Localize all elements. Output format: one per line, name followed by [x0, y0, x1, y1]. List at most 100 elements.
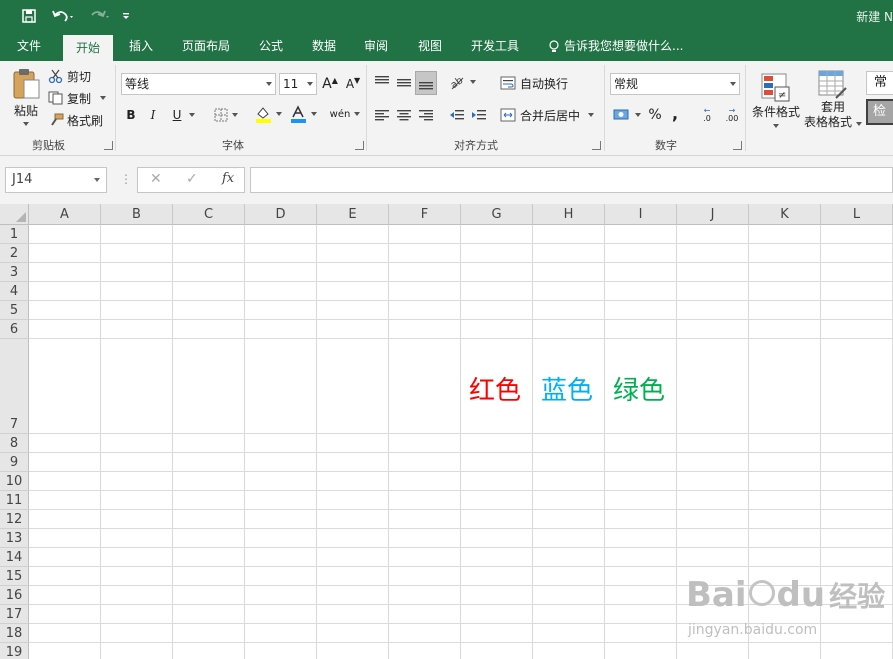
column-header-e[interactable]: E: [317, 204, 389, 225]
copy-label: 复制: [67, 91, 92, 106]
borders-button[interactable]: [210, 105, 242, 125]
redo-icon[interactable]: [84, 4, 114, 28]
column-header-j[interactable]: J: [677, 204, 749, 225]
select-all-corner[interactable]: [0, 204, 29, 225]
alignment-launcher-icon[interactable]: [592, 141, 601, 150]
column-header-k[interactable]: K: [749, 204, 821, 225]
copy-button[interactable]: 复制: [48, 89, 107, 107]
format-as-table-label-1: 套用: [820, 100, 845, 114]
row-header-7[interactable]: 7: [0, 339, 29, 434]
increase-indent-button[interactable]: [469, 105, 489, 125]
row-header-1[interactable]: 1: [0, 225, 29, 244]
svg-text:ab: ab: [449, 75, 466, 90]
decrease-indent-button[interactable]: [447, 105, 467, 125]
customize-qat-icon[interactable]: [118, 4, 134, 28]
tell-me-search[interactable]: 告诉我您想要做什么...: [548, 32, 683, 61]
font-color-button[interactable]: [287, 103, 319, 125]
decrease-decimal-button[interactable]: → .00: [721, 105, 743, 125]
column-header-i[interactable]: I: [605, 204, 677, 225]
orientation-button[interactable]: ab: [446, 71, 478, 93]
row-header-9[interactable]: 9: [0, 453, 29, 472]
align-middle-button[interactable]: [394, 71, 414, 93]
format-painter-button[interactable]: 格式刷: [48, 111, 103, 129]
row-header-15[interactable]: 15: [0, 567, 29, 586]
tab-file[interactable]: 文件: [0, 32, 58, 61]
name-box[interactable]: J14: [5, 167, 107, 193]
column-header-g[interactable]: G: [461, 204, 533, 225]
grow-font-button[interactable]: A ▲: [321, 75, 339, 93]
align-left-button[interactable]: [372, 105, 392, 125]
tab-page-layout[interactable]: 页面布局: [172, 32, 240, 61]
shrink-font-button[interactable]: A ▼: [344, 75, 362, 93]
cell-style-normal[interactable]: 常规: [866, 71, 893, 95]
format-as-table-button[interactable]: 套用 表格格式: [804, 67, 863, 133]
column-header-f[interactable]: F: [389, 204, 461, 225]
increase-decimal-button[interactable]: ← .0: [697, 105, 717, 125]
align-top-button[interactable]: [372, 71, 392, 93]
row-header-2[interactable]: 2: [0, 244, 29, 263]
phonetic-guide-button[interactable]: wén: [330, 103, 361, 125]
row-header-19[interactable]: 19: [0, 643, 29, 659]
underline-button[interactable]: U: [167, 105, 187, 125]
font-launcher-icon[interactable]: [355, 141, 364, 150]
undo-icon[interactable]: [48, 4, 78, 28]
conditional-formatting-button[interactable]: ≠ 条件格式: [750, 67, 802, 133]
number-format-combo[interactable]: 常规: [610, 73, 740, 95]
paste-dropdown-icon: [23, 122, 29, 126]
cell-i7[interactable]: 绿色: [613, 370, 665, 407]
cut-button[interactable]: 剪切: [48, 67, 91, 85]
cell-style-check[interactable]: 检查: [866, 99, 893, 125]
underline-dropdown[interactable]: [187, 105, 197, 125]
row-header-5[interactable]: 5: [0, 301, 29, 320]
row-header-16[interactable]: 16: [0, 586, 29, 605]
row-header-17[interactable]: 17: [0, 605, 29, 624]
accounting-format-button[interactable]: [612, 105, 642, 125]
comma-style-button[interactable]: ,: [668, 103, 682, 123]
column-header-a[interactable]: A: [29, 204, 101, 225]
number-launcher-icon[interactable]: [733, 141, 742, 150]
row-header-14[interactable]: 14: [0, 548, 29, 567]
column-header-l[interactable]: L: [821, 204, 893, 225]
row-header-12[interactable]: 12: [0, 510, 29, 529]
row-header-6[interactable]: 6: [0, 320, 29, 339]
font-name-combo[interactable]: 等线: [121, 73, 276, 95]
row-header-18[interactable]: 18: [0, 624, 29, 643]
row-header-10[interactable]: 10: [0, 472, 29, 491]
clipboard-launcher-icon[interactable]: [104, 141, 113, 150]
gridline-horizontal: [29, 319, 893, 320]
column-header-b[interactable]: B: [101, 204, 173, 225]
cancel-icon[interactable]: ✕: [150, 171, 162, 187]
align-right-button[interactable]: [416, 105, 436, 125]
percent-style-button[interactable]: %: [646, 105, 664, 125]
tab-home[interactable]: 开始: [63, 35, 113, 61]
tab-insert[interactable]: 插入: [118, 32, 164, 61]
row-header-11[interactable]: 11: [0, 491, 29, 510]
fill-color-button[interactable]: [252, 103, 284, 125]
align-bottom-button[interactable]: [415, 71, 437, 95]
save-icon[interactable]: [16, 4, 42, 28]
tab-review[interactable]: 审阅: [354, 32, 398, 61]
merge-center-button[interactable]: 合并后居中: [500, 105, 595, 125]
bold-button[interactable]: B: [123, 105, 139, 125]
cell-h7[interactable]: 蓝色: [541, 370, 593, 407]
insert-function-icon[interactable]: fx: [222, 171, 234, 186]
row-header-8[interactable]: 8: [0, 434, 29, 453]
row-header-4[interactable]: 4: [0, 282, 29, 301]
row-header-3[interactable]: 3: [0, 263, 29, 282]
column-header-d[interactable]: D: [245, 204, 317, 225]
tab-view[interactable]: 视图: [408, 32, 452, 61]
tab-formulas[interactable]: 公式: [250, 32, 292, 61]
enter-icon[interactable]: ✓: [186, 171, 198, 187]
formula-input[interactable]: [250, 167, 893, 193]
wrap-text-button[interactable]: 自动换行: [500, 73, 568, 93]
cell-g7[interactable]: 红色: [469, 370, 521, 407]
column-header-c[interactable]: C: [173, 204, 245, 225]
paste-button[interactable]: 粘贴: [8, 65, 44, 129]
tab-data[interactable]: 数据: [302, 32, 346, 61]
align-center-button[interactable]: [394, 105, 414, 125]
row-header-13[interactable]: 13: [0, 529, 29, 548]
italic-button[interactable]: I: [145, 105, 161, 125]
font-size-combo[interactable]: 11: [279, 73, 317, 95]
tab-developer[interactable]: 开发工具: [462, 32, 528, 61]
column-header-h[interactable]: H: [533, 204, 605, 225]
